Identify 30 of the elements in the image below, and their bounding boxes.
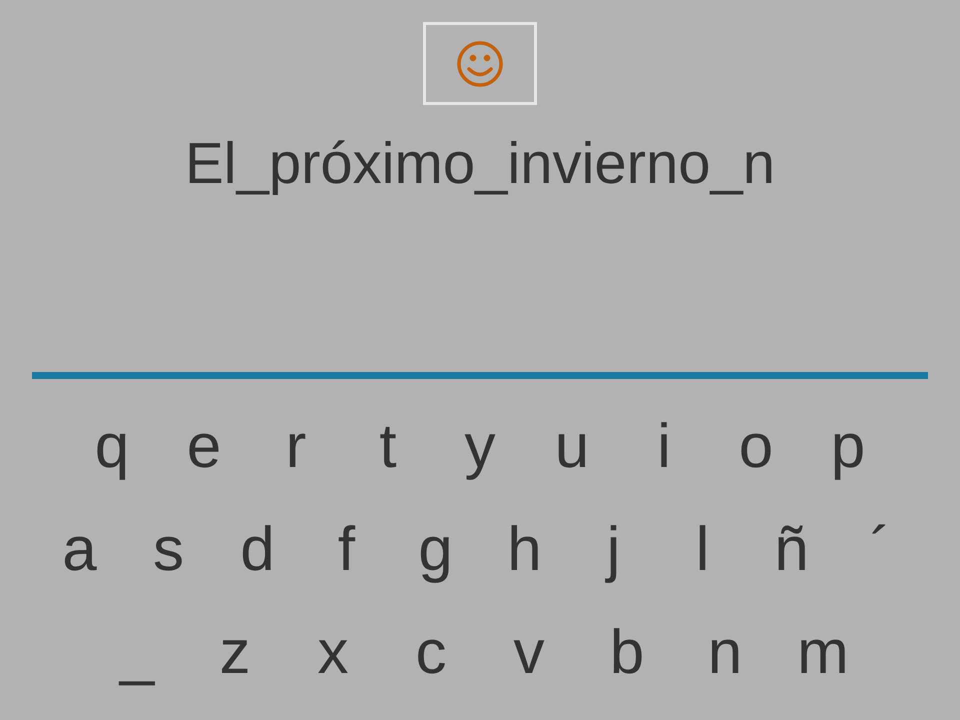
letter-key[interactable]: j	[569, 518, 658, 580]
letter-key[interactable]: a	[35, 518, 124, 580]
smiley-icon	[457, 40, 503, 86]
letter-key[interactable]: x	[284, 622, 382, 684]
letter-key[interactable]: l	[658, 518, 747, 580]
letter-key[interactable]: i	[618, 416, 710, 478]
letter-key[interactable]: r	[250, 416, 342, 478]
letter-key[interactable]: ñ	[747, 518, 836, 580]
letter-key[interactable]: b	[578, 622, 676, 684]
letter-key[interactable]: _	[88, 622, 186, 684]
letter-key[interactable]: s	[124, 518, 213, 580]
letter-key[interactable]: u	[526, 416, 618, 478]
letter-key[interactable]: h	[480, 518, 569, 580]
letter-key[interactable]: z	[186, 622, 284, 684]
smiley-button[interactable]	[423, 22, 537, 105]
letter-key[interactable]: ´	[836, 518, 925, 580]
letter-key[interactable]: c	[382, 622, 480, 684]
letter-key[interactable]: e	[158, 416, 250, 478]
phrase-text: El_próximo_invierno_n	[185, 135, 775, 198]
letter-key[interactable]: v	[480, 622, 578, 684]
letter-key[interactable]: d	[213, 518, 302, 580]
letter-key[interactable]: q	[66, 416, 158, 478]
letter-key[interactable]: n	[676, 622, 774, 684]
letter-key[interactable]: p	[802, 416, 894, 478]
letter-key[interactable]: f	[302, 518, 391, 580]
letter-key[interactable]: y	[434, 416, 526, 478]
letter-key[interactable]: o	[710, 416, 802, 478]
letter-key[interactable]: m	[774, 622, 872, 684]
letter-key[interactable]: g	[391, 518, 480, 580]
letter-key[interactable]: t	[342, 416, 434, 478]
